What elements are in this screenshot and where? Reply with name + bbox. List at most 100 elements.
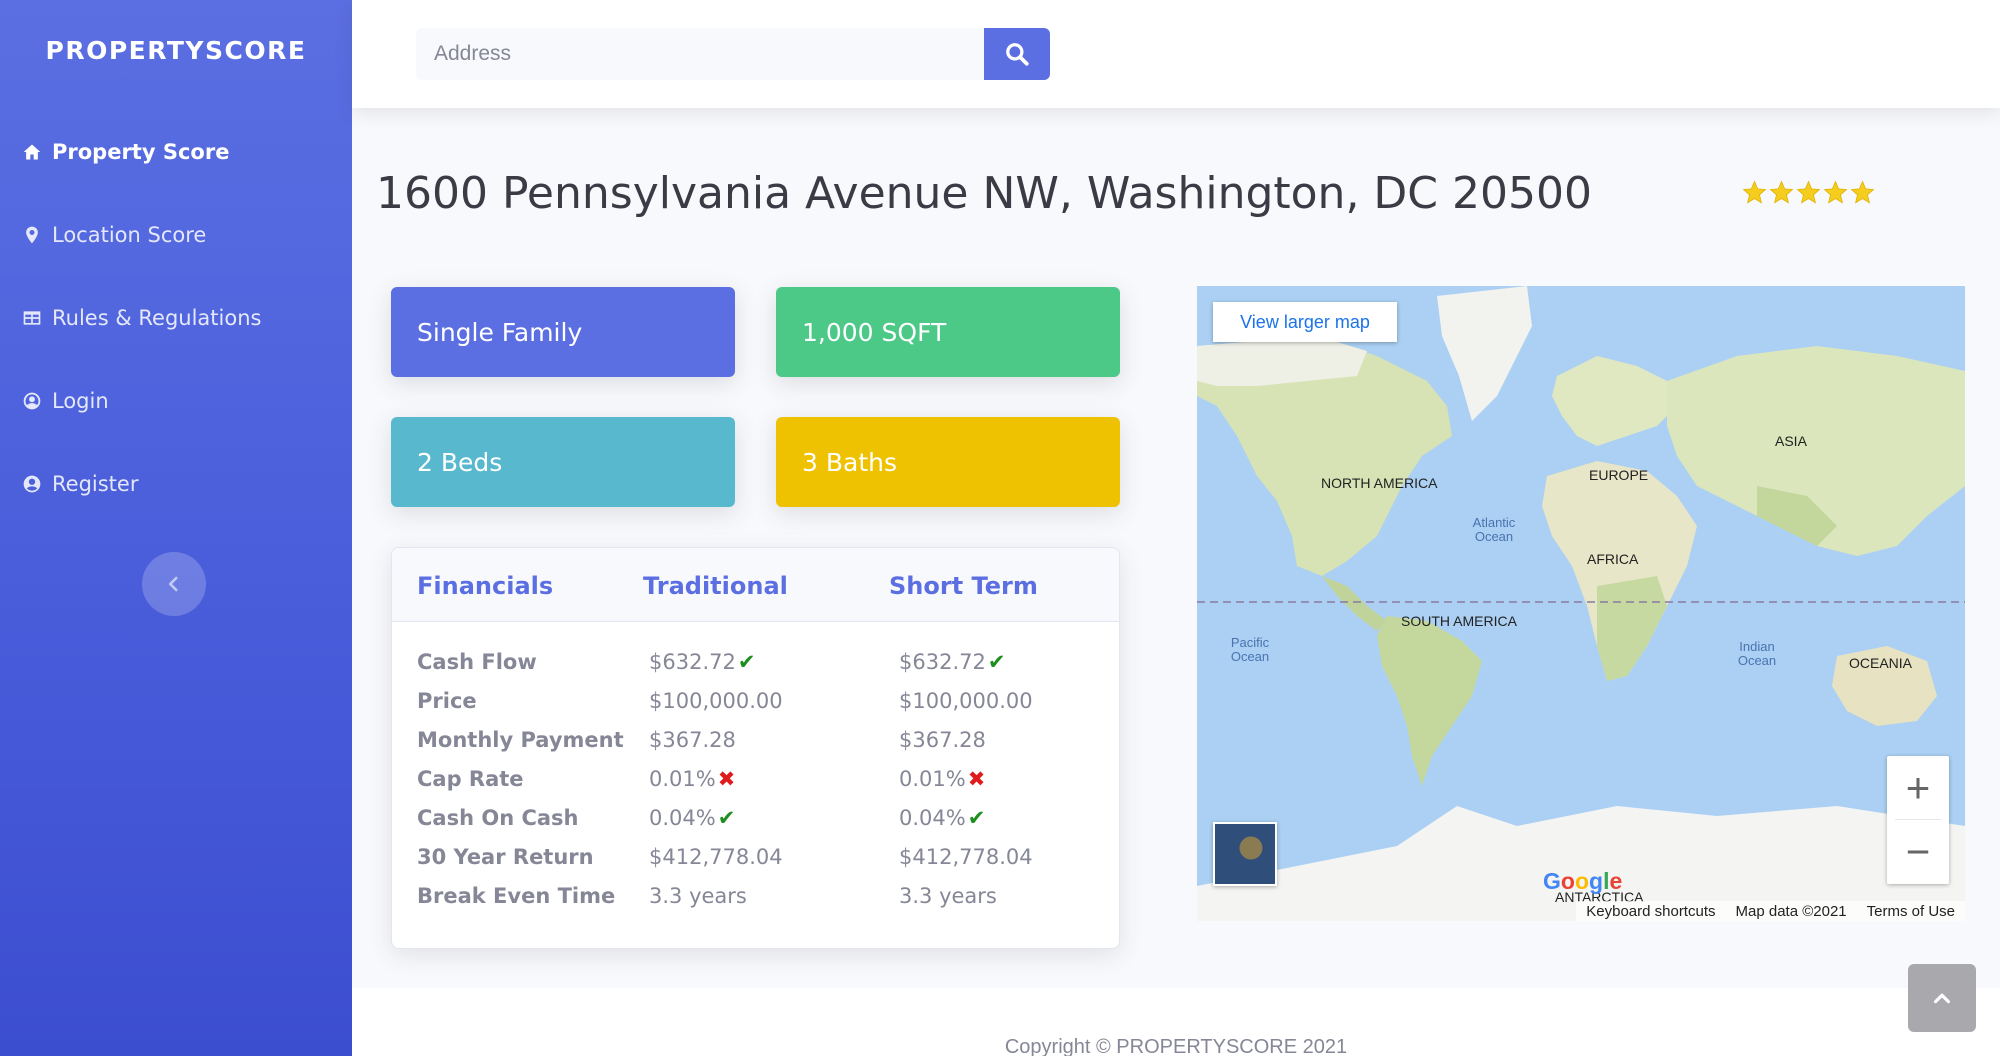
value-text: 0.01% [899, 767, 966, 791]
brand-logo[interactable]: PROPERTYSCORE [0, 36, 352, 65]
check-icon: ✔ [737, 650, 756, 674]
user-circle-icon [23, 392, 41, 410]
user-icon [23, 475, 41, 493]
sidebar-item-label: Rules & Regulations [52, 306, 262, 330]
star-rating [1742, 180, 1875, 205]
row-label: Cash Flow [417, 650, 537, 674]
financials-row-cap-rate: Cap Rate 0.01% ✖ 0.01% ✖ [392, 763, 1119, 801]
traditional-cell: $632.72 ✔ [649, 650, 755, 674]
value-text: $632.72 [649, 650, 736, 674]
short-term-cell: $100,000.00 [899, 689, 1033, 713]
financials-row-cash-flow: Cash Flow $632.72 ✔ $632.72 ✔ [392, 646, 1119, 684]
label-north-america: NORTH AMERICA [1321, 475, 1438, 491]
row-label: Cap Rate [417, 767, 524, 791]
short-term-cell: $412,778.04 [899, 845, 1033, 869]
sidebar-item-register[interactable]: Register [22, 464, 138, 504]
zoom-in-button[interactable]: + [1887, 756, 1949, 820]
search-button[interactable] [984, 28, 1050, 80]
baths-card: 3 Baths [776, 417, 1120, 507]
zoom-out-button[interactable]: − [1887, 820, 1949, 884]
row-label: Break Even Time [417, 884, 616, 908]
world-map[interactable]: NORTH AMERICA SOUTH AMERICA EUROPE AFRIC… [1197, 286, 1965, 921]
label-asia: ASIA [1775, 433, 1807, 449]
row-label: Cash On Cash [417, 806, 579, 830]
financials-row-cash-on-cash: Cash On Cash 0.04% ✔ 0.04% ✔ [392, 802, 1119, 840]
map-landmass [1197, 286, 1965, 921]
label-europe: EUROPE [1589, 467, 1649, 483]
traditional-cell: $412,778.04 [649, 845, 783, 869]
sidebar-toggle-button[interactable] [142, 552, 206, 616]
label-oceania: OCEANIA [1849, 655, 1913, 671]
cross-icon: ✖ [717, 767, 736, 791]
sidebar-item-label: Register [52, 472, 139, 496]
keyboard-shortcuts-link[interactable]: Keyboard shortcuts [1586, 903, 1715, 920]
row-label: Price [417, 689, 477, 713]
check-icon: ✔ [717, 806, 736, 830]
view-larger-map-link[interactable]: View larger map [1213, 302, 1397, 342]
scroll-to-top-button[interactable] [1908, 964, 1976, 1032]
address-search-input[interactable] [416, 28, 984, 80]
value-text: $632.72 [899, 650, 986, 674]
traditional-cell: 0.01% ✖ [649, 767, 735, 791]
sidebar-item-login[interactable]: Login [22, 381, 109, 421]
search-icon [1006, 43, 1029, 66]
label-atlantic: Atlantic Ocean [1472, 515, 1516, 544]
financials-row-break-even: Break Even Time 3.3 years 3.3 years [392, 880, 1119, 918]
zoom-controls: + − [1887, 756, 1949, 884]
chevron-left-icon [168, 576, 178, 592]
traditional-heading: Traditional [643, 572, 788, 600]
traditional-cell: $367.28 [649, 728, 736, 752]
short-term-cell: 0.01% ✖ [899, 767, 985, 791]
terms-of-use-link[interactable]: Terms of Use [1867, 903, 1955, 920]
financials-row-price: Price $100,000.00 $100,000.00 [392, 685, 1119, 723]
property-type-card: Single Family [391, 287, 735, 377]
google-logo: Google [1543, 868, 1623, 894]
financials-row-30-year-return: 30 Year Return $412,778.04 $412,778.04 [392, 841, 1119, 879]
cross-icon: ✖ [967, 767, 986, 791]
traditional-cell: $100,000.00 [649, 689, 783, 713]
star-icon [1742, 180, 1767, 204]
property-address: 1600 Pennsylvania Avenue NW, Washington,… [376, 168, 1592, 219]
financials-heading: Financials [417, 572, 554, 600]
sqft-card: 1,000 SQFT [776, 287, 1120, 377]
baths-text: 3 Baths [802, 447, 897, 477]
short-term-cell: $367.28 [899, 728, 986, 752]
check-icon: ✔ [987, 650, 1006, 674]
sidebar: PROPERTYSCORE Property Score Location Sc… [0, 0, 352, 1056]
financials-row-monthly-payment: Monthly Payment $367.28 $367.28 [392, 724, 1119, 762]
sqft-text: 1,000 SQFT [802, 317, 947, 347]
home-icon [23, 144, 41, 160]
short-term-cell: $632.72 ✔ [899, 650, 1005, 674]
sidebar-item-property-score[interactable]: Property Score [22, 132, 229, 172]
sidebar-item-label: Location Score [52, 223, 207, 247]
table-icon [23, 311, 41, 325]
copyright-text: Copyright © PROPERTYSCORE 2021 [1004, 1036, 1348, 1056]
sidebar-item-label: Property Score [52, 140, 230, 164]
sidebar-item-rules[interactable]: Rules & Regulations [22, 298, 261, 338]
short-term-cell: 0.04% ✔ [899, 806, 985, 830]
label-pacific: Pacific Ocean [1230, 635, 1270, 664]
star-icon [1850, 180, 1875, 204]
map-marker-icon [26, 226, 38, 244]
beds-text: 2 Beds [417, 447, 503, 477]
financials-card: Financials Traditional Short Term Cash F… [391, 547, 1120, 949]
star-icon [1823, 180, 1848, 204]
star-icon [1796, 180, 1821, 204]
chevron-up-icon [1933, 993, 1951, 1004]
value-text: 0.04% [649, 806, 716, 830]
satellite-toggle[interactable] [1213, 822, 1277, 886]
beds-card: 2 Beds [391, 417, 735, 507]
short-term-heading: Short Term [889, 572, 1038, 600]
label-indian: Indian Ocean [1737, 639, 1777, 668]
label-south-america: SOUTH AMERICA [1401, 613, 1517, 629]
map-attribution: Keyboard shortcuts Map data ©2021 Terms … [1576, 901, 1965, 921]
financials-header: Financials Traditional Short Term [392, 548, 1119, 622]
property-type-text: Single Family [417, 317, 583, 347]
row-label: Monthly Payment [417, 728, 624, 752]
short-term-cell: 3.3 years [899, 884, 997, 908]
value-text: 0.04% [899, 806, 966, 830]
sidebar-item-label: Login [52, 389, 109, 413]
map-data-text: Map data ©2021 [1735, 902, 1847, 920]
sidebar-item-location-score[interactable]: Location Score [22, 215, 206, 255]
topbar [352, 0, 2000, 108]
